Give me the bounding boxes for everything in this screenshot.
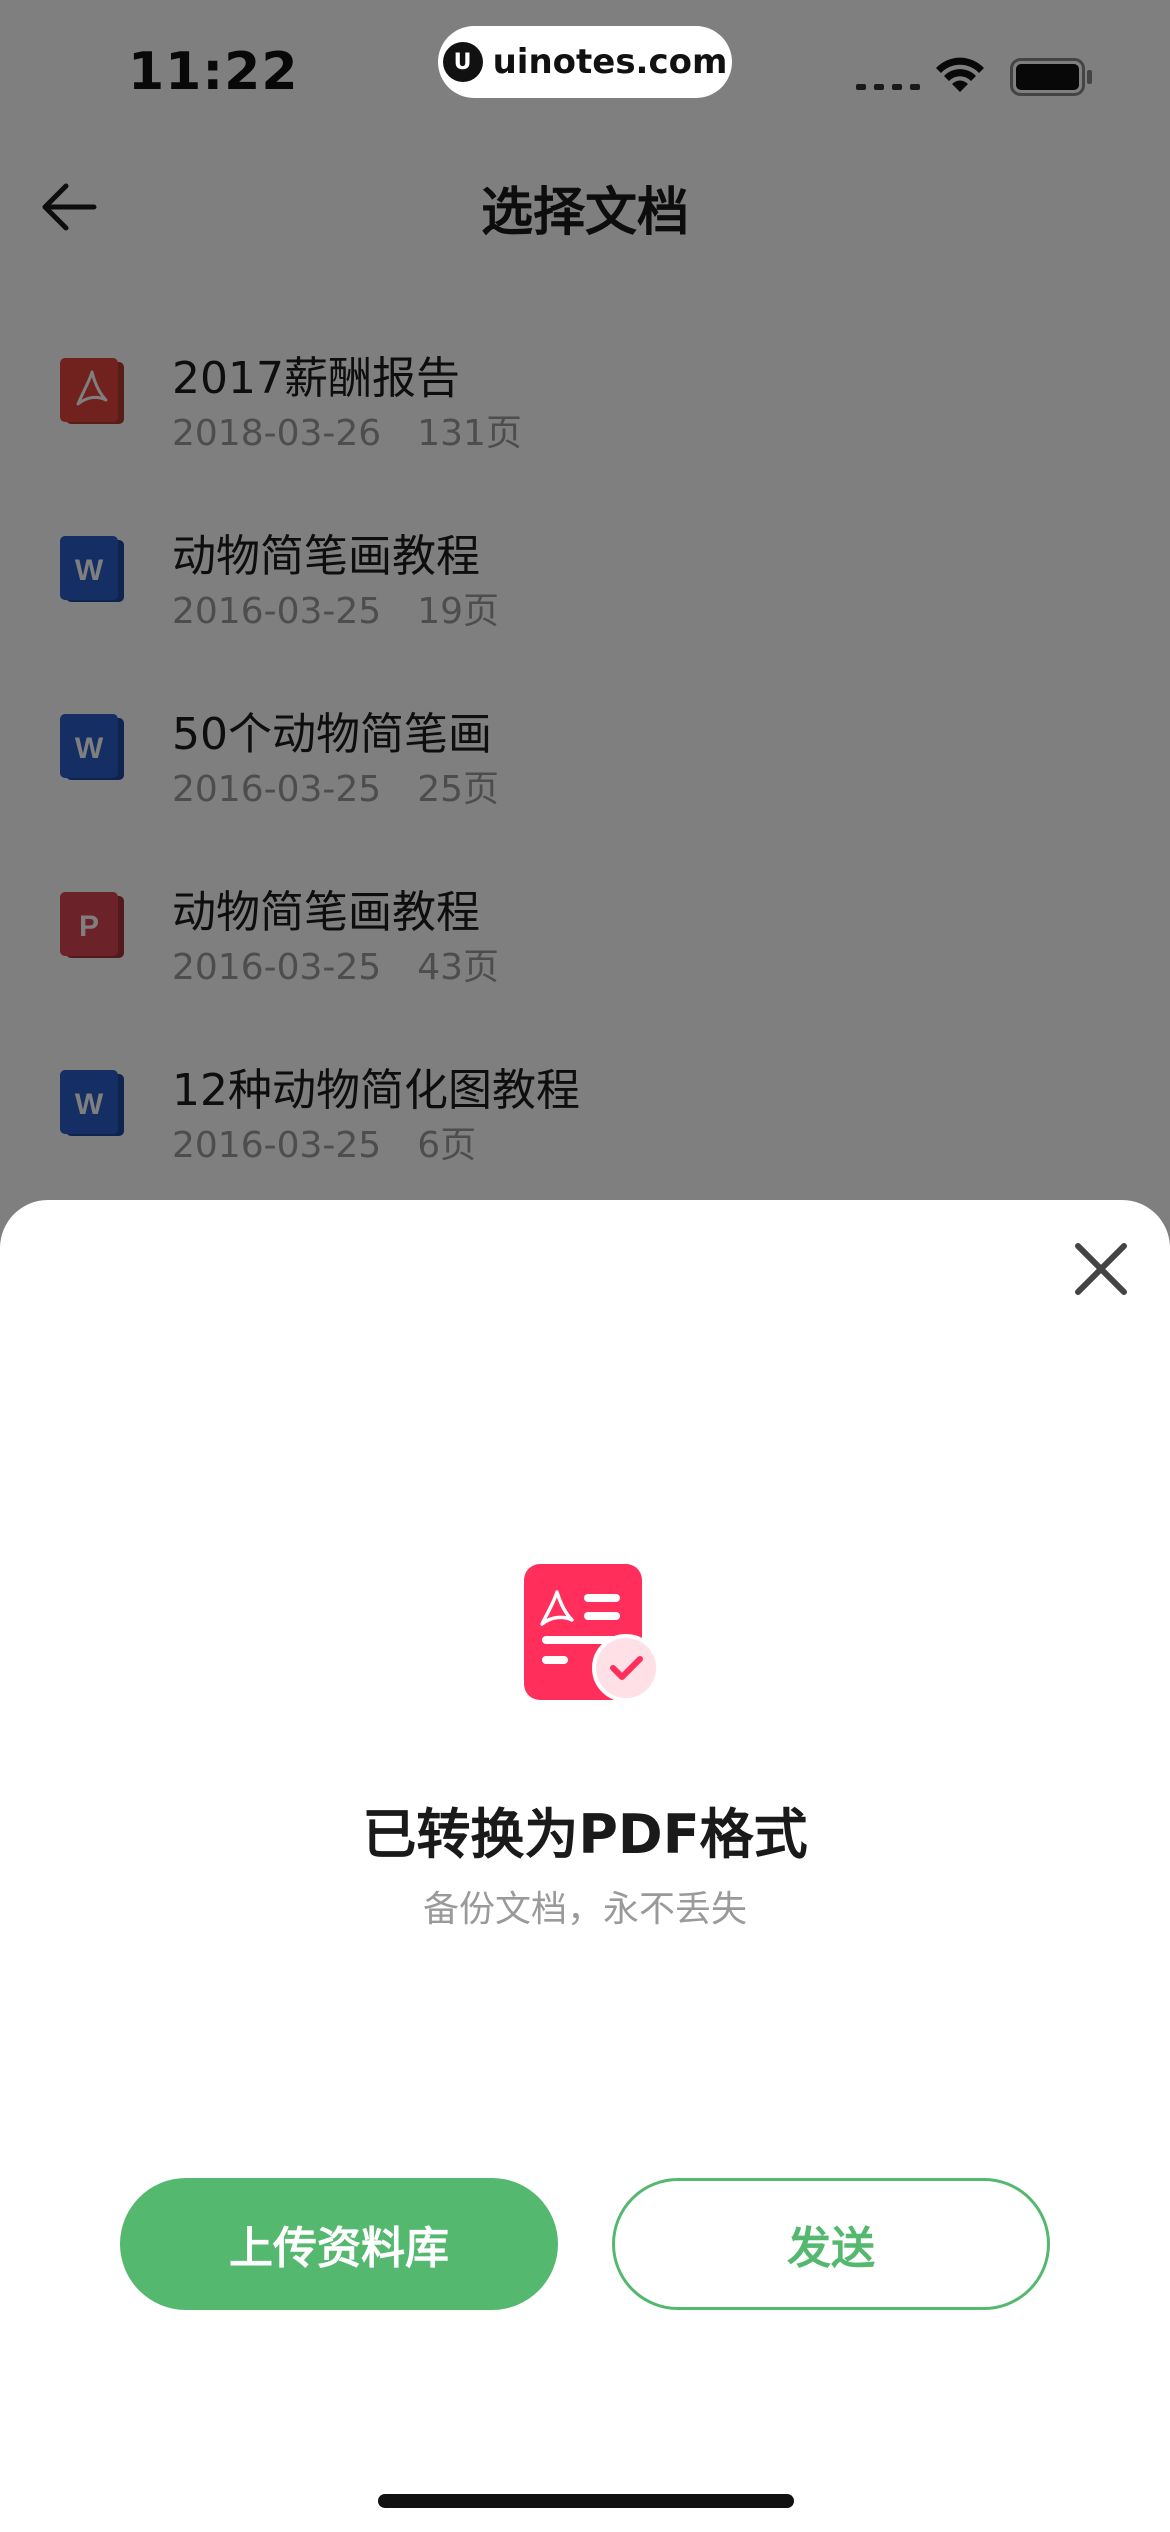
upload-to-library-button[interactable]: 上传资料库 bbox=[120, 2178, 558, 2310]
home-indicator bbox=[378, 2494, 794, 2508]
watermark-text: uinotes.com bbox=[492, 42, 728, 82]
watermark-logo-icon: U bbox=[442, 42, 483, 82]
sheet-title: 已转换为PDF格式 bbox=[362, 1803, 808, 1866]
sheet-subtitle: 备份文档，永不丢失 bbox=[422, 1889, 747, 1930]
watermark-badge: U uinotes.com bbox=[438, 26, 732, 98]
conversion-result-sheet: 已转换为PDF格式 备份文档，永不丢失 上传资料库 发送 bbox=[0, 1200, 1170, 2532]
close-icon[interactable] bbox=[1070, 1238, 1132, 1300]
pdf-converted-icon bbox=[524, 1564, 660, 1702]
send-button[interactable]: 发送 bbox=[612, 2178, 1050, 2310]
